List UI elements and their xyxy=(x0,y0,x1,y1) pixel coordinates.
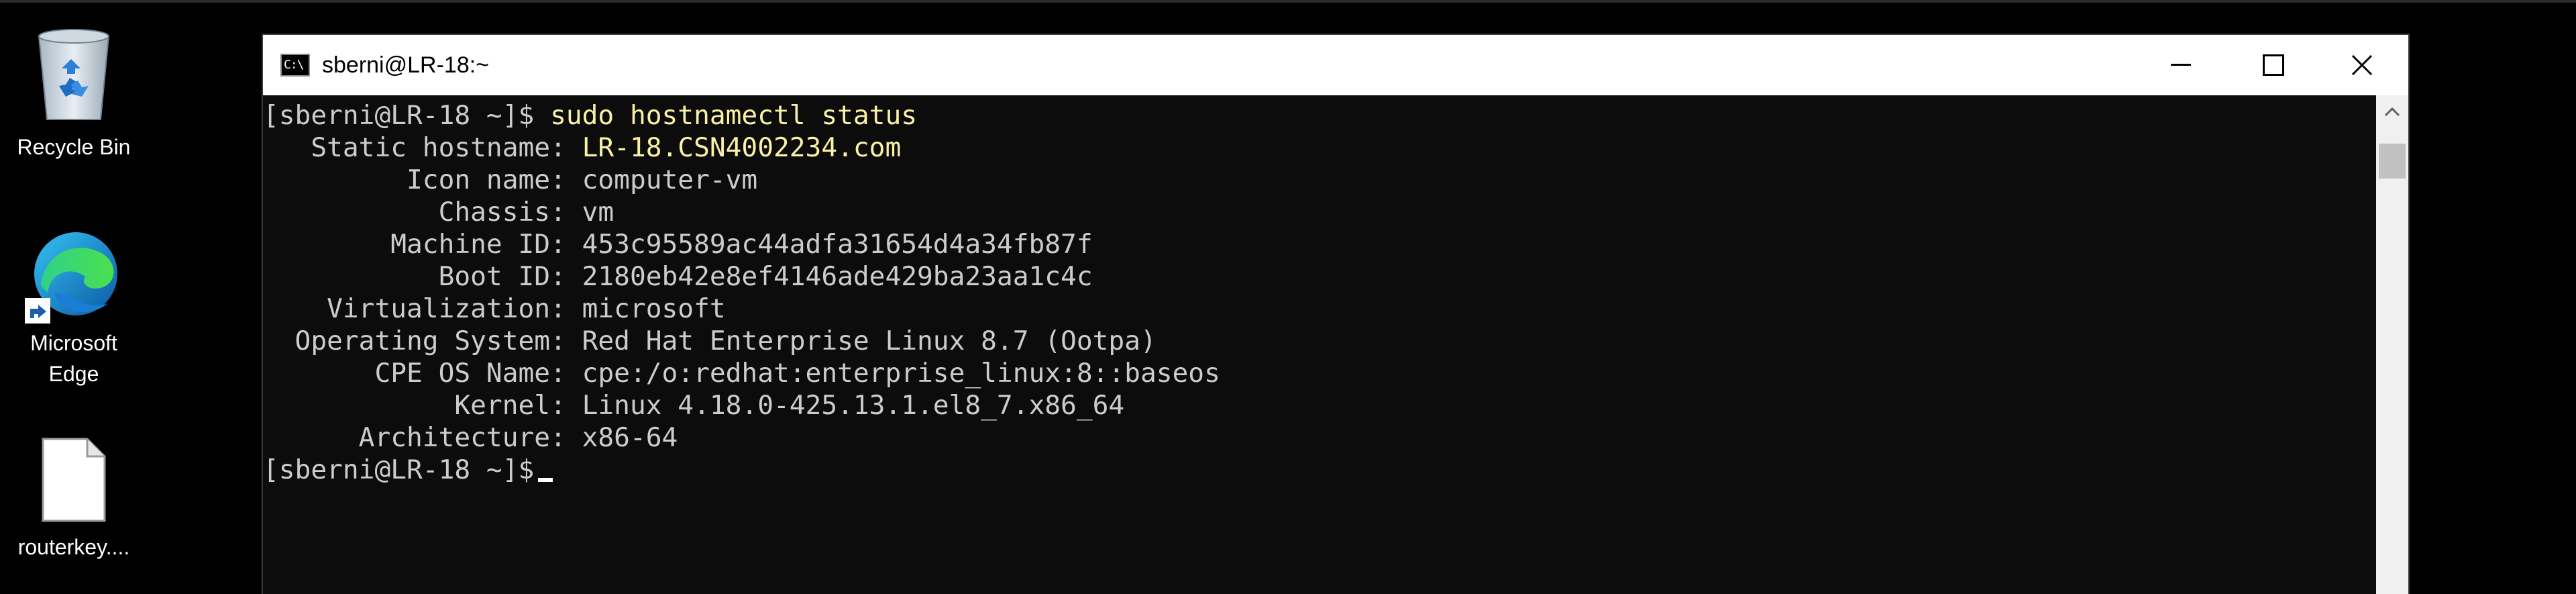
maximize-button[interactable] xyxy=(2227,35,2320,95)
window-title: sberni@LR-18:~ xyxy=(322,52,490,78)
output-line: Boot ID: 2180eb42e8ef4146ade429ba23aa1c4… xyxy=(263,260,1093,293)
output-key: Operating System: xyxy=(263,326,582,356)
chevron-up-icon xyxy=(2384,107,2400,117)
output-key: Virtualization: xyxy=(263,293,582,324)
vertical-scrollbar[interactable] xyxy=(2376,95,2408,594)
output-key: Machine ID: xyxy=(263,229,582,260)
output-value: vm xyxy=(582,197,614,228)
text-cursor xyxy=(538,478,553,482)
output-key: Chassis: xyxy=(263,197,582,228)
close-button[interactable] xyxy=(2316,35,2408,95)
output-line: CPE OS Name: cpe:/o:redhat:enterprise_li… xyxy=(263,357,1220,389)
output-value: x86-64 xyxy=(582,422,678,453)
label-line: Edge xyxy=(48,362,99,386)
file-icon xyxy=(40,436,107,524)
output-value: LR-18.CSN4002234.com xyxy=(582,132,902,163)
shell-prompt: [sberni@LR-18 ~]$ xyxy=(263,100,551,131)
output-line: Architecture: x86-64 xyxy=(263,422,678,454)
edge-icon xyxy=(23,226,124,326)
desktop-icon-routerkey-file[interactable]: routerkey.... xyxy=(0,430,148,584)
desktop-icon-label: routerkey.... xyxy=(17,535,130,559)
output-key: Icon name: xyxy=(263,164,582,195)
desktop-icon-microsoft-edge[interactable]: Microsoft Edge xyxy=(0,221,148,396)
scroll-up-button[interactable] xyxy=(2376,95,2408,128)
output-line: Icon name: computer-vm xyxy=(263,164,757,196)
command-line: [sberni@LR-18 ~]$ sudo hostnamectl statu… xyxy=(263,99,917,132)
output-key: Static hostname: xyxy=(263,132,582,163)
output-value: Red Hat Enterprise Linux 8.7 (Ootpa) xyxy=(582,326,1157,356)
output-value: 453c95589ac44adfa31654d4a34fb87f xyxy=(582,229,1093,260)
output-key: Kernel: xyxy=(263,390,582,421)
console-icon: C:\ xyxy=(280,54,310,77)
output-line: Virtualization: microsoft xyxy=(263,293,726,325)
label-line: Microsoft xyxy=(30,331,117,355)
output-line: Operating System: Red Hat Enterprise Lin… xyxy=(263,325,1157,357)
output-line: Chassis: vm xyxy=(263,196,614,228)
title-bar[interactable]: C:\ sberni@LR-18:~ xyxy=(263,35,2408,95)
desktop-icon-recycle-bin[interactable]: Recycle Bin xyxy=(0,13,148,161)
desktop-icon-label: Recycle Bin xyxy=(17,135,131,159)
prompt-line: [sberni@LR-18 ~]$ xyxy=(263,454,553,486)
output-value: Linux 4.18.0-425.13.1.el8_7.x86_64 xyxy=(582,390,1125,421)
output-key: CPE OS Name: xyxy=(263,358,582,389)
command-text: sudo hostnamectl status xyxy=(550,100,918,131)
output-line: Machine ID: 453c95589ac44adfa31654d4a34f… xyxy=(263,228,1093,260)
minimize-icon xyxy=(2171,64,2191,66)
output-value: computer-vm xyxy=(582,164,758,195)
output-line: Static hostname: LR-18.CSN4002234.com xyxy=(263,132,901,164)
close-icon xyxy=(2351,54,2373,76)
desktop-icon-label: Microsoft Edge xyxy=(0,328,148,389)
output-key: Architecture: xyxy=(263,422,582,453)
recycle-bin-icon xyxy=(27,21,121,122)
output-value: microsoft xyxy=(582,293,726,324)
output-line: Kernel: Linux 4.18.0-425.13.1.el8_7.x86_… xyxy=(263,389,1124,422)
screen-top-edge xyxy=(0,0,2576,3)
output-value: 2180eb42e8ef4146ade429ba23aa1c4c xyxy=(582,261,1093,292)
terminal-console[interactable]: [sberni@LR-18 ~]$ sudo hostnamectl statu… xyxy=(263,95,2376,594)
minimize-button[interactable] xyxy=(2135,35,2227,95)
output-key: Boot ID: xyxy=(263,261,582,292)
terminal-window[interactable]: C:\ sberni@LR-18:~ [sberni@LR-18 ~]$ sud… xyxy=(263,35,2408,594)
shell-prompt: [sberni@LR-18 ~]$ xyxy=(263,454,535,485)
output-value: cpe:/o:redhat:enterprise_linux:8::baseos xyxy=(582,358,1220,389)
maximize-icon xyxy=(2263,54,2284,76)
scrollbar-thumb[interactable] xyxy=(2379,144,2406,179)
